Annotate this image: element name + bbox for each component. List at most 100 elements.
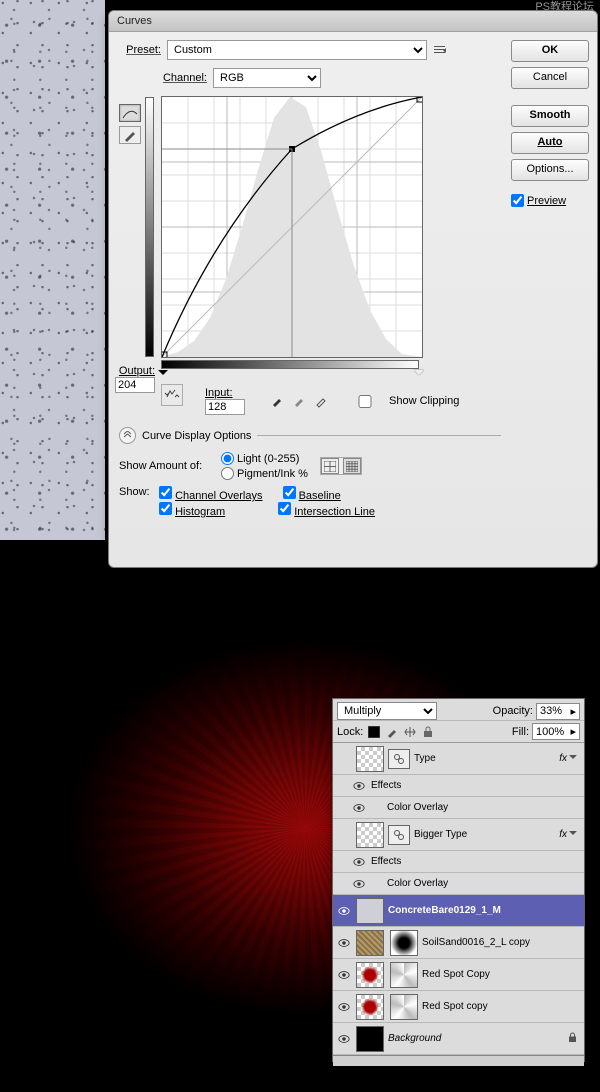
layer-list: Type fx Effects Color Overlay Bigger Typ… — [333, 743, 584, 1055]
layer-link-icon — [388, 749, 410, 769]
layer-name: Background — [388, 1033, 441, 1044]
fill-field[interactable]: 100%▸ — [532, 723, 580, 740]
smooth-button[interactable]: Smooth — [511, 105, 589, 127]
layer-effect-item[interactable]: Color Overlay — [333, 873, 584, 895]
layer-thumb — [356, 962, 384, 988]
preset-select[interactable]: Custom — [167, 40, 427, 60]
lock-icon — [568, 1032, 581, 1046]
eyedropper-black-icon[interactable] — [269, 393, 285, 409]
show-label: Show: — [119, 486, 159, 518]
layer-effect-item[interactable]: Color Overlay — [333, 797, 584, 819]
input-field[interactable] — [205, 399, 245, 415]
lock-label: Lock: — [337, 726, 363, 738]
layer-name: Red Spot copy — [422, 1001, 488, 1012]
layer-name: Effects — [371, 856, 401, 867]
visibility-toggle[interactable] — [336, 1033, 352, 1045]
curve-pencil-tool[interactable] — [119, 126, 141, 144]
layer-row[interactable]: Red Spot Copy — [333, 959, 584, 991]
layer-effects-row[interactable]: Effects — [333, 775, 584, 797]
layer-mask-thumb — [390, 994, 418, 1020]
channel-overlays-checkbox[interactable]: Channel Overlays — [159, 486, 263, 502]
layer-name: ConcreteBare0129_1_M — [388, 905, 501, 916]
preview-checkbox[interactable]: Preview — [511, 194, 589, 207]
blend-mode-select[interactable]: Multiply — [337, 702, 437, 720]
intersection-checkbox[interactable]: Intersection Line — [278, 502, 375, 518]
grid-detailed-button[interactable] — [343, 458, 361, 474]
visibility-toggle[interactable] — [351, 878, 367, 890]
curves-graph[interactable] — [161, 96, 423, 358]
fx-icon[interactable]: fx — [559, 753, 581, 764]
auto-button[interactable]: Auto — [511, 132, 589, 154]
eyedropper-white-icon[interactable] — [313, 393, 329, 409]
visibility-toggle[interactable] — [351, 780, 367, 792]
histogram-checkbox[interactable]: Histogram — [159, 502, 225, 518]
layer-thumb — [356, 994, 384, 1020]
preset-menu-icon[interactable] — [433, 42, 448, 58]
options-button[interactable]: Options... — [511, 159, 589, 181]
cancel-button[interactable]: Cancel — [511, 67, 589, 89]
fill-label: Fill: — [512, 726, 529, 738]
baseline-checkbox[interactable]: Baseline — [283, 486, 341, 502]
preset-label: Preset: — [119, 44, 161, 56]
layer-row[interactable]: ConcreteBare0129_1_M — [333, 895, 584, 927]
channel-select[interactable]: RGB — [213, 68, 321, 88]
layer-link-icon — [388, 825, 410, 845]
layer-row[interactable]: Type fx — [333, 743, 584, 775]
layer-name: Bigger Type — [414, 829, 467, 840]
layer-thumb — [356, 898, 384, 924]
layer-name: Color Overlay — [387, 802, 448, 813]
opacity-field[interactable]: 33%▸ — [536, 703, 580, 720]
show-clipping-checkbox[interactable]: Show Clipping — [345, 395, 459, 408]
visibility-toggle[interactable] — [336, 905, 352, 917]
pigment-radio[interactable]: Pigment/Ink % — [221, 467, 308, 480]
layer-mask-thumb — [390, 962, 418, 988]
ok-button[interactable]: OK — [511, 40, 589, 62]
layer-name: Effects — [371, 780, 401, 791]
layer-thumb — [356, 930, 384, 956]
curve-display-toggle[interactable] — [119, 427, 136, 444]
channel-label: Channel: — [119, 72, 207, 84]
curves-dialog: Curves Preset: Custom Channel: RGB — [108, 10, 598, 568]
visibility-toggle[interactable] — [336, 969, 352, 981]
layers-panel: Multiply Opacity: 33%▸ Lock: Fill: 100%▸… — [332, 698, 585, 1062]
lock-pixels-icon[interactable] — [384, 724, 399, 739]
layer-thumb — [356, 822, 384, 848]
visibility-toggle[interactable] — [351, 802, 367, 814]
visibility-toggle[interactable] — [336, 937, 352, 949]
lock-transparency-icon[interactable] — [366, 724, 381, 739]
show-amount-label: Show Amount of: — [119, 460, 209, 472]
fx-icon[interactable]: fx — [559, 829, 581, 840]
layer-row[interactable]: Red Spot copy — [333, 991, 584, 1023]
layer-name: Color Overlay — [387, 878, 448, 889]
input-gradient[interactable] — [161, 360, 419, 369]
layer-row[interactable]: SoilSand0016_2_L copy — [333, 927, 584, 959]
layers-panel-footer — [333, 1055, 584, 1066]
output-field[interactable] — [115, 377, 155, 393]
white-point-slider[interactable] — [414, 370, 424, 380]
scrubby-zoom-tool[interactable] — [161, 384, 183, 406]
curve-point-tool[interactable] — [119, 104, 141, 122]
light-radio[interactable]: Light (0-255) — [221, 452, 308, 465]
curve-display-label: Curve Display Options — [142, 430, 251, 442]
layer-thumb — [356, 1026, 384, 1052]
black-point-slider[interactable] — [158, 370, 168, 380]
layer-effects-row[interactable]: Effects — [333, 851, 584, 873]
lock-position-icon[interactable] — [402, 724, 417, 739]
visibility-toggle[interactable] — [351, 856, 367, 868]
input-label: Input: — [205, 387, 245, 399]
eyedropper-gray-icon[interactable] — [291, 393, 307, 409]
grid-simple-button[interactable] — [321, 458, 339, 474]
layer-thumb — [356, 746, 384, 772]
layer-mask-thumb — [390, 930, 418, 956]
layer-name: Red Spot Copy — [422, 969, 490, 980]
visibility-toggle[interactable] — [336, 1001, 352, 1013]
dialog-title[interactable]: Curves — [109, 11, 597, 32]
lock-all-icon[interactable] — [420, 724, 435, 739]
layer-name: SoilSand0016_2_L copy — [422, 937, 530, 948]
layer-row[interactable]: Background — [333, 1023, 584, 1055]
output-gradient — [145, 97, 154, 357]
output-label: Output: — [105, 365, 155, 377]
layer-name: Type — [414, 753, 436, 764]
texture-preview — [0, 0, 105, 540]
layer-row[interactable]: Bigger Type fx — [333, 819, 584, 851]
